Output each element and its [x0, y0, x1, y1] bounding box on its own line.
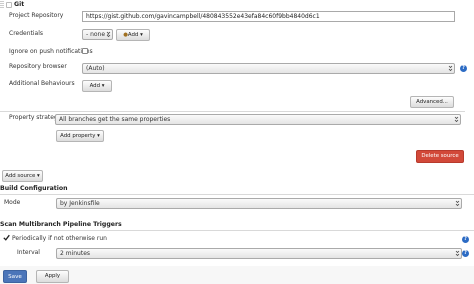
build-configuration-title: Build Configuration [0, 185, 68, 192]
divider [0, 230, 474, 231]
credentials-select[interactable]: - none - [82, 29, 113, 40]
add-source-label: Add source [5, 173, 36, 179]
ignore-push-label: Ignore on push notifications [9, 48, 93, 55]
divider [0, 194, 474, 195]
help-icon[interactable]: ? [462, 236, 469, 243]
add-credentials-button[interactable]: ●Add ▾ [116, 29, 150, 41]
dropdown-caret-icon [455, 200, 460, 207]
footer-bar [0, 266, 474, 284]
help-icon[interactable]: ? [460, 65, 467, 72]
chevron-down-icon: ▾ [95, 133, 100, 139]
project-repository-label: Project Repository [9, 12, 64, 19]
apply-button[interactable]: Apply [36, 270, 69, 283]
chevron-down-icon: ▾ [138, 32, 143, 38]
dropdown-caret-icon [454, 116, 459, 123]
save-label: Save [8, 274, 22, 280]
advanced-button[interactable]: Advanced... [410, 96, 454, 108]
apply-label: Apply [44, 273, 61, 279]
divider [0, 111, 465, 112]
property-strategy-label: Property strategy [9, 114, 62, 121]
add-property-label: Add property [60, 133, 96, 139]
property-strategy-selected: All branches get the same properties [59, 116, 171, 123]
git-section-label: Git [14, 1, 25, 8]
add-property-button[interactable]: Add property ▾ [56, 130, 104, 142]
drag-handle-icon[interactable] [0, 1, 4, 9]
add-credentials-label: Add [127, 32, 139, 38]
credentials-label: Credentials [9, 30, 44, 37]
scan-triggers-title: Scan Multibranch Pipeline Triggers [0, 221, 122, 228]
advanced-label: Advanced... [416, 99, 448, 105]
delete-source-button[interactable]: Delete source [416, 150, 464, 163]
checkmark-icon [3, 234, 10, 241]
save-button[interactable]: Save [3, 270, 27, 283]
dropdown-caret-icon [455, 250, 460, 257]
repository-browser-select[interactable]: (Auto) [82, 63, 455, 74]
add-behaviour-button[interactable]: Add ▾ [82, 80, 112, 92]
interval-selected: 2 minutes [60, 250, 91, 257]
chevron-down-icon: ▾ [35, 173, 40, 179]
ignore-push-checkbox[interactable] [82, 48, 88, 54]
interval-label: Interval [17, 249, 40, 256]
chevron-down-icon: ▾ [100, 83, 105, 89]
interval-select[interactable]: 2 minutes [56, 248, 462, 259]
help-icon[interactable]: ? [462, 250, 469, 257]
repository-browser-label: Repository browser [9, 63, 67, 70]
periodically-checkbox[interactable] [3, 234, 10, 241]
additional-behaviours-label: Additional Behaviours [9, 80, 75, 87]
project-repository-input[interactable]: https://gist.github.com/gavincampbell/48… [82, 11, 455, 22]
git-section-checkbox[interactable] [6, 2, 12, 8]
mode-label: Mode [4, 199, 21, 206]
add-behaviour-label: Add [89, 83, 100, 89]
periodically-label: Periodically if not otherwise run [12, 235, 107, 242]
repository-browser-selected: (Auto) [86, 65, 105, 72]
property-strategy-select[interactable]: All branches get the same properties [55, 114, 461, 125]
dropdown-caret-icon [448, 65, 453, 72]
delete-source-label: Delete source [421, 153, 459, 159]
mode-selected: by Jenkinsfile [60, 200, 100, 207]
mode-select[interactable]: by Jenkinsfile [56, 198, 462, 209]
add-source-button[interactable]: Add source ▾ [2, 170, 43, 182]
dropdown-caret-icon [106, 31, 111, 38]
